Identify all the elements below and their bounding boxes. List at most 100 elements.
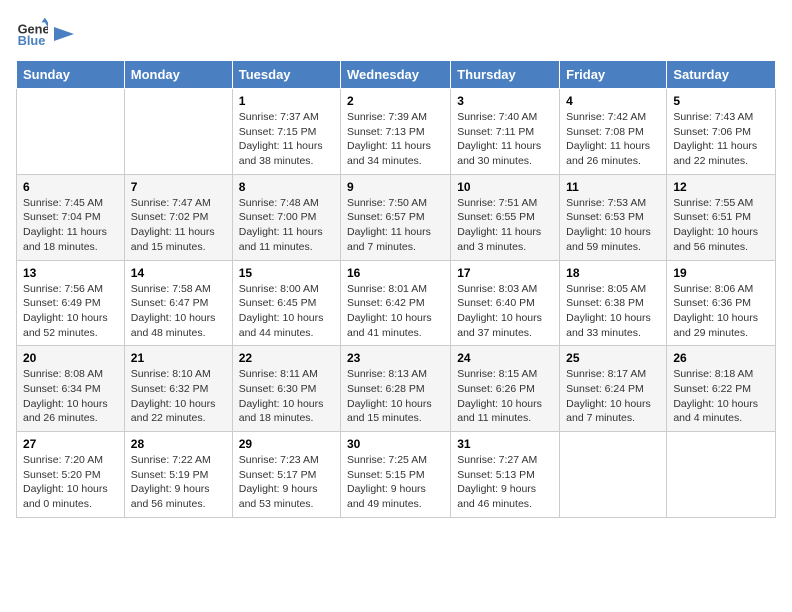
- day-number: 19: [673, 266, 769, 280]
- week-row-5: 27 Sunrise: 7:20 AM Sunset: 5:20 PM Dayli…: [17, 432, 776, 518]
- header-row: SundayMondayTuesdayWednesdayThursdayFrid…: [17, 61, 776, 89]
- day-cell: 21Sunrise: 8:10 AM Sunset: 6:32 PM Dayli…: [124, 346, 232, 432]
- day-cell: 4 Sunrise: 7:42 AM Sunset: 7:08 PM Daylig…: [560, 89, 667, 175]
- day-cell: 25 Sunrise: 8:17 AM Sunset: 6:24 PM Dayli…: [560, 346, 667, 432]
- day-info: Sunrise: 7:48 AM Sunset: 7:00 PM Dayligh…: [239, 196, 334, 255]
- day-info: Sunrise: 7:55 AM Sunset: 6:51 PM Dayligh…: [673, 196, 769, 255]
- day-cell: 18Sunrise: 8:05 AM Sunset: 6:38 PM Dayli…: [560, 260, 667, 346]
- day-cell: 2Sunrise: 7:39 AM Sunset: 7:13 PM Daylig…: [341, 89, 451, 175]
- day-info: Sunrise: 8:17 AM Sunset: 6:24 PM Dayligh…: [566, 367, 660, 426]
- day-info: Sunrise: 8:08 AM Sunset: 6:34 PM Dayligh…: [23, 367, 118, 426]
- day-number: 1: [239, 94, 334, 108]
- day-cell: 5 Sunrise: 7:43 AM Sunset: 7:06 PM Daylig…: [667, 89, 776, 175]
- day-info: Sunrise: 8:03 AM Sunset: 6:40 PM Dayligh…: [457, 282, 553, 341]
- day-info: Sunrise: 8:05 AM Sunset: 6:38 PM Dayligh…: [566, 282, 660, 341]
- calendar-table: SundayMondayTuesdayWednesdayThursdayFrid…: [16, 60, 776, 518]
- day-number: 26: [673, 351, 769, 365]
- day-cell: 11 Sunrise: 7:53 AM Sunset: 6:53 PM Dayli…: [560, 174, 667, 260]
- day-cell: 26 Sunrise: 8:18 AM Sunset: 6:22 PM Dayli…: [667, 346, 776, 432]
- day-info: Sunrise: 8:01 AM Sunset: 6:42 PM Dayligh…: [347, 282, 444, 341]
- day-number: 22: [239, 351, 334, 365]
- day-info: Sunrise: 8:00 AM Sunset: 6:45 PM Dayligh…: [239, 282, 334, 341]
- day-number: 13: [23, 266, 118, 280]
- day-info: Sunrise: 7:53 AM Sunset: 6:53 PM Dayligh…: [566, 196, 660, 255]
- day-cell: [667, 432, 776, 518]
- day-number: 2: [347, 94, 444, 108]
- week-row-4: 20Sunrise: 8:08 AM Sunset: 6:34 PM Dayli…: [17, 346, 776, 432]
- day-info: Sunrise: 8:18 AM Sunset: 6:22 PM Dayligh…: [673, 367, 769, 426]
- day-number: 21: [131, 351, 226, 365]
- day-info: Sunrise: 8:06 AM Sunset: 6:36 PM Dayligh…: [673, 282, 769, 341]
- week-row-2: 6Sunrise: 7:45 AM Sunset: 7:04 PM Daylig…: [17, 174, 776, 260]
- day-info: Sunrise: 7:47 AM Sunset: 7:02 PM Dayligh…: [131, 196, 226, 255]
- day-info: Sunrise: 7:42 AM Sunset: 7:08 PM Dayligh…: [566, 110, 660, 169]
- svg-text:Blue: Blue: [18, 33, 46, 48]
- day-number: 16: [347, 266, 444, 280]
- logo-icon: General Blue: [16, 16, 48, 48]
- col-header-wednesday: Wednesday: [341, 61, 451, 89]
- day-number: 15: [239, 266, 334, 280]
- day-cell: 9Sunrise: 7:50 AM Sunset: 6:57 PM Daylig…: [341, 174, 451, 260]
- day-cell: 20Sunrise: 8:08 AM Sunset: 6:34 PM Dayli…: [17, 346, 125, 432]
- day-number: 17: [457, 266, 553, 280]
- day-number: 7: [131, 180, 226, 194]
- day-number: 27: [23, 437, 118, 451]
- day-cell: 27 Sunrise: 7:20 AM Sunset: 5:20 PM Dayli…: [17, 432, 125, 518]
- logo: General Blue: [16, 16, 74, 48]
- day-info: Sunrise: 7:37 AM Sunset: 7:15 PM Dayligh…: [239, 110, 334, 169]
- day-cell: 15 Sunrise: 8:00 AM Sunset: 6:45 PM Dayli…: [232, 260, 340, 346]
- day-info: Sunrise: 7:58 AM Sunset: 6:47 PM Dayligh…: [131, 282, 226, 341]
- col-header-monday: Monday: [124, 61, 232, 89]
- day-info: Sunrise: 7:23 AM Sunset: 5:17 PM Dayligh…: [239, 453, 334, 512]
- day-cell: 6Sunrise: 7:45 AM Sunset: 7:04 PM Daylig…: [17, 174, 125, 260]
- day-number: 23: [347, 351, 444, 365]
- day-info: Sunrise: 8:15 AM Sunset: 6:26 PM Dayligh…: [457, 367, 553, 426]
- page-header: General Blue: [16, 16, 776, 48]
- day-info: Sunrise: 8:11 AM Sunset: 6:30 PM Dayligh…: [239, 367, 334, 426]
- col-header-saturday: Saturday: [667, 61, 776, 89]
- day-info: Sunrise: 7:43 AM Sunset: 7:06 PM Dayligh…: [673, 110, 769, 169]
- col-header-tuesday: Tuesday: [232, 61, 340, 89]
- day-number: 30: [347, 437, 444, 451]
- day-info: Sunrise: 7:20 AM Sunset: 5:20 PM Dayligh…: [23, 453, 118, 512]
- day-info: Sunrise: 7:51 AM Sunset: 6:55 PM Dayligh…: [457, 196, 553, 255]
- logo-arrow: [54, 27, 74, 41]
- day-number: 29: [239, 437, 334, 451]
- week-row-1: 1 Sunrise: 7:37 AM Sunset: 7:15 PM Daylig…: [17, 89, 776, 175]
- day-info: Sunrise: 7:22 AM Sunset: 5:19 PM Dayligh…: [131, 453, 226, 512]
- day-cell: [124, 89, 232, 175]
- day-cell: 22 Sunrise: 8:11 AM Sunset: 6:30 PM Dayli…: [232, 346, 340, 432]
- day-cell: 23Sunrise: 8:13 AM Sunset: 6:28 PM Dayli…: [341, 346, 451, 432]
- col-header-thursday: Thursday: [451, 61, 560, 89]
- day-cell: 10 Sunrise: 7:51 AM Sunset: 6:55 PM Dayli…: [451, 174, 560, 260]
- day-number: 24: [457, 351, 553, 365]
- day-cell: 13Sunrise: 7:56 AM Sunset: 6:49 PM Dayli…: [17, 260, 125, 346]
- day-number: 25: [566, 351, 660, 365]
- day-info: Sunrise: 7:45 AM Sunset: 7:04 PM Dayligh…: [23, 196, 118, 255]
- day-cell: 14 Sunrise: 7:58 AM Sunset: 6:47 PM Dayli…: [124, 260, 232, 346]
- day-cell: 29 Sunrise: 7:23 AM Sunset: 5:17 PM Dayli…: [232, 432, 340, 518]
- day-number: 10: [457, 180, 553, 194]
- day-number: 31: [457, 437, 553, 451]
- day-cell: 30 Sunrise: 7:25 AM Sunset: 5:15 PM Dayli…: [341, 432, 451, 518]
- day-cell: 16 Sunrise: 8:01 AM Sunset: 6:42 PM Dayli…: [341, 260, 451, 346]
- day-info: Sunrise: 7:40 AM Sunset: 7:11 PM Dayligh…: [457, 110, 553, 169]
- day-number: 5: [673, 94, 769, 108]
- day-cell: 28Sunrise: 7:22 AM Sunset: 5:19 PM Dayli…: [124, 432, 232, 518]
- week-row-3: 13Sunrise: 7:56 AM Sunset: 6:49 PM Dayli…: [17, 260, 776, 346]
- col-header-sunday: Sunday: [17, 61, 125, 89]
- day-cell: 7 Sunrise: 7:47 AM Sunset: 7:02 PM Daylig…: [124, 174, 232, 260]
- day-number: 4: [566, 94, 660, 108]
- day-cell: 12 Sunrise: 7:55 AM Sunset: 6:51 PM Dayli…: [667, 174, 776, 260]
- day-cell: 31Sunrise: 7:27 AM Sunset: 5:13 PM Dayli…: [451, 432, 560, 518]
- day-info: Sunrise: 7:50 AM Sunset: 6:57 PM Dayligh…: [347, 196, 444, 255]
- day-cell: 3 Sunrise: 7:40 AM Sunset: 7:11 PM Daylig…: [451, 89, 560, 175]
- day-cell: 17 Sunrise: 8:03 AM Sunset: 6:40 PM Dayli…: [451, 260, 560, 346]
- col-header-friday: Friday: [560, 61, 667, 89]
- day-number: 8: [239, 180, 334, 194]
- day-info: Sunrise: 7:25 AM Sunset: 5:15 PM Dayligh…: [347, 453, 444, 512]
- day-number: 12: [673, 180, 769, 194]
- day-number: 14: [131, 266, 226, 280]
- day-number: 11: [566, 180, 660, 194]
- day-number: 3: [457, 94, 553, 108]
